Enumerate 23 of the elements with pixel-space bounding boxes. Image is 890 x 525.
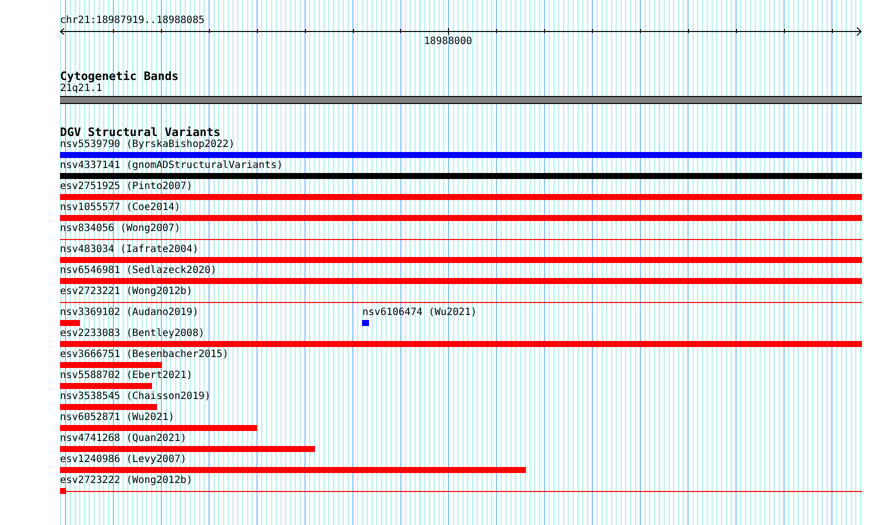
feature-label: nsv6106474 (Wu2021) — [362, 307, 477, 320]
track-title: Cytogenetic Bands — [60, 70, 179, 83]
feature-label: nsv6546981 (Sedlazeck2020) — [60, 265, 217, 278]
location-label: chr21:18987919..18988085 — [60, 14, 204, 27]
feature-label: esv2723221 (Wong2012b) — [60, 286, 192, 299]
feature-label: esv2751925 (Pinto2007) — [60, 181, 192, 194]
feature-label: nsv834056 (Wong2007) — [60, 223, 180, 236]
feature-label: nsv4741268 (Quan2021) — [60, 433, 186, 446]
feature-label: nsv1055577 (Coe2014) — [60, 202, 180, 215]
feature-label: nsv3369102 (Audano2019) — [60, 307, 198, 320]
feature-label: nsv483034 (Iafrate2004) — [60, 244, 198, 257]
feature-label: nsv5588702 (Ebert2021) — [60, 370, 192, 383]
feature-label: nsv3538545 (Chaisson2019) — [60, 391, 211, 404]
feature-label: nsv4337141 (gnomADStructuralVariants) — [60, 160, 283, 173]
band-label: 21q21.1 — [60, 83, 102, 95]
feature-label: nsv5539790 (ByrskaBishop2022) — [60, 139, 235, 152]
feature-label: esv2723222 (Wong2012b) — [60, 475, 192, 488]
feature-label: esv3666751 (Besenbacher2015) — [60, 349, 229, 362]
tick-label: 18988000 — [424, 36, 472, 48]
feature-label: nsv6052871 (Wu2021) — [60, 412, 174, 425]
feature-label: esv1240986 (Levy2007) — [60, 454, 186, 467]
feature-label: esv2233083 (Bentley2008) — [60, 328, 204, 341]
track-title: DGV Structural Variants — [60, 126, 221, 139]
